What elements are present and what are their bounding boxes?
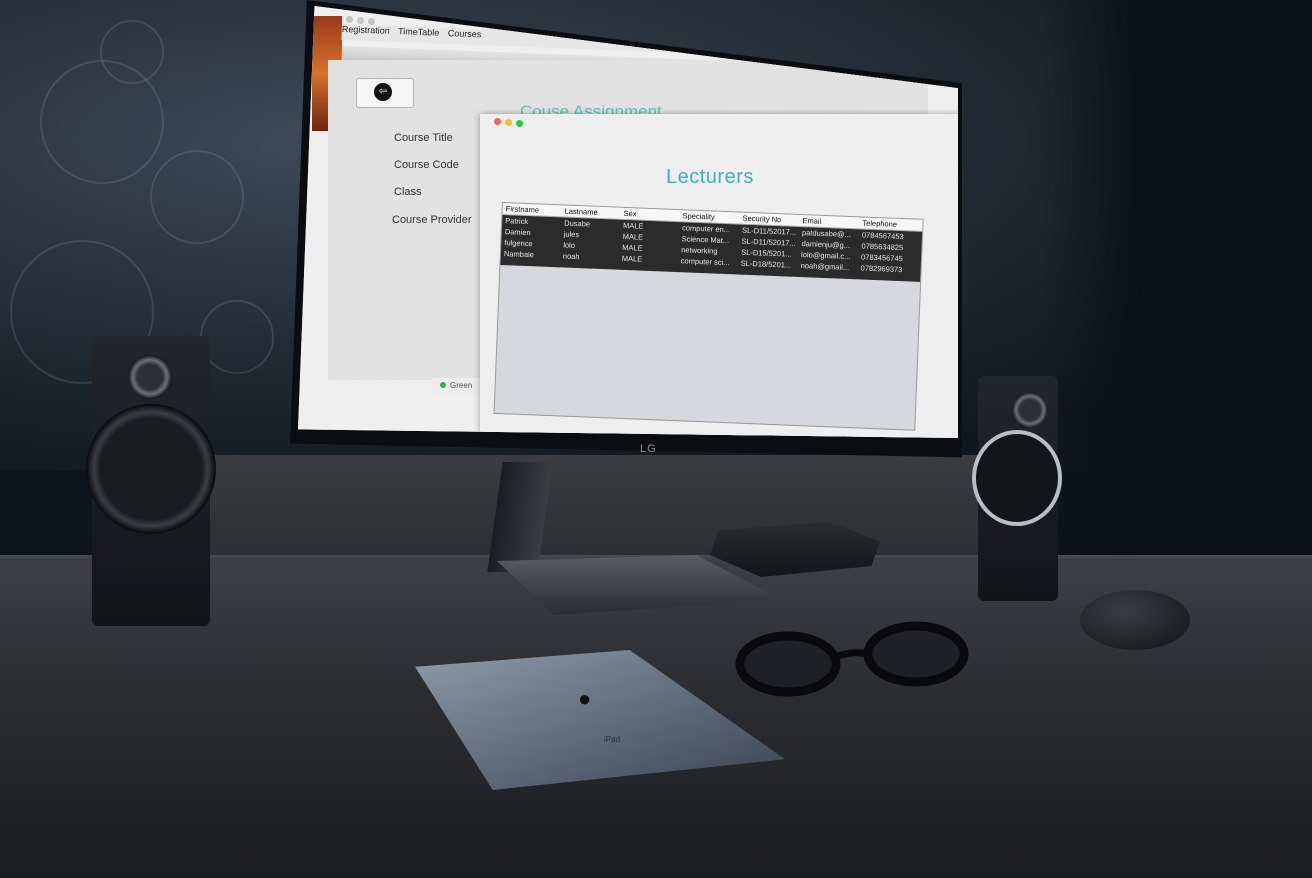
back-arrow-icon: ⇦ (374, 83, 392, 101)
green-status-icon (440, 382, 446, 388)
wallpaper-swirl (100, 20, 164, 84)
table-row-cell[interactable]: 0785634825 (861, 241, 903, 252)
col-firstname[interactable]: Firstname (506, 203, 540, 215)
table-row-cell[interactable]: MALE (623, 232, 644, 242)
col-telephone[interactable]: Telephone (862, 217, 897, 229)
maximize-button[interactable] (368, 18, 375, 25)
right-speaker-tweeter (1012, 392, 1048, 428)
table-row-cell[interactable]: computer sci... (681, 256, 737, 267)
table-row-cell[interactable]: 0782969373 (860, 263, 902, 274)
status-row-label: Green (450, 381, 473, 390)
label-course-provider: Course Provider (392, 214, 472, 226)
table-row-cell[interactable]: MALE (623, 221, 644, 231)
col-sex[interactable]: Sex (623, 208, 636, 220)
left-speaker-woofer (86, 404, 216, 534)
table-row-cell[interactable]: SL-D15/5201... (741, 248, 797, 259)
menu-courses[interactable]: Courses (448, 28, 482, 39)
minimize-button[interactable] (357, 17, 364, 24)
table-row-cell[interactable]: noah@gmail... (801, 261, 857, 272)
left-speaker-tweeter (128, 355, 172, 399)
menu-timetable[interactable]: TimeTable (398, 26, 440, 38)
col-speciality[interactable]: Speciality (682, 210, 715, 222)
table-row-cell[interactable]: Dusabe (564, 219, 590, 229)
wallpaper-swirl (150, 150, 244, 244)
table-row-cell[interactable]: lolo (563, 240, 575, 249)
table-row-cell[interactable]: computer en... (682, 223, 738, 234)
col-email[interactable]: Email (802, 215, 821, 227)
table-row-cell[interactable]: 0783456745 (861, 252, 903, 263)
lecturers-minimize-button[interactable] (505, 119, 512, 126)
lecturers-maximize-button[interactable] (516, 120, 523, 127)
apple-logo-icon: ● (578, 686, 592, 711)
table-row-cell[interactable]: lolo@gmail.c... (801, 250, 857, 261)
label-course-title: Course Title (394, 132, 453, 144)
table-row-cell[interactable]: fulgence (504, 238, 533, 248)
table-row-cell[interactable]: patdusabe@... (802, 228, 858, 239)
table-row-cell[interactable]: SL-D11/52017... (741, 237, 797, 248)
table-row-cell[interactable]: MALE (622, 243, 643, 253)
table-row-cell[interactable]: noah (563, 251, 580, 261)
label-course-code: Course Code (394, 159, 459, 171)
table-row-cell[interactable]: jules (564, 230, 580, 240)
table-row-cell[interactable]: networking (681, 245, 737, 256)
lecturers-table[interactable]: Firstname Lastname Sex Speciality Securi… (493, 202, 924, 431)
lecturers-title: Lecturers (666, 166, 754, 188)
lecturers-window: Lecturers Firstname Lastname Sex Special… (480, 114, 958, 438)
lecturers-close-button[interactable] (494, 118, 501, 125)
table-row-cell[interactable]: 0784567453 (862, 230, 904, 241)
col-security-no[interactable]: Security No (742, 213, 781, 226)
wallpaper-swirl (200, 300, 274, 374)
monitor-brand-logo: LG (640, 443, 657, 455)
glasses-icon (735, 621, 969, 697)
table-row-cell[interactable]: SL-D18/5201... (741, 259, 797, 270)
table-row-cell[interactable]: damienju@g... (801, 239, 857, 250)
table-row-cell[interactable]: Science Mat... (681, 234, 737, 245)
label-class: Class (394, 186, 422, 198)
background-shadow (1040, 0, 1312, 600)
menu-registration[interactable]: Registration (342, 24, 390, 36)
table-row-cell[interactable]: MALE (622, 254, 643, 264)
mouse (1080, 590, 1190, 650)
table-row-cell[interactable]: Damien (505, 227, 531, 237)
close-button[interactable] (346, 16, 353, 23)
table-row-cell[interactable]: Nambale (504, 249, 534, 259)
table-row-cell[interactable]: SL-D11/52017... (742, 226, 798, 237)
right-speaker-woofer (972, 430, 1062, 526)
tablet-label: iPad (604, 735, 621, 744)
table-row-cell[interactable]: Patrick (505, 216, 528, 226)
col-lastname[interactable]: Lastname (564, 206, 598, 218)
